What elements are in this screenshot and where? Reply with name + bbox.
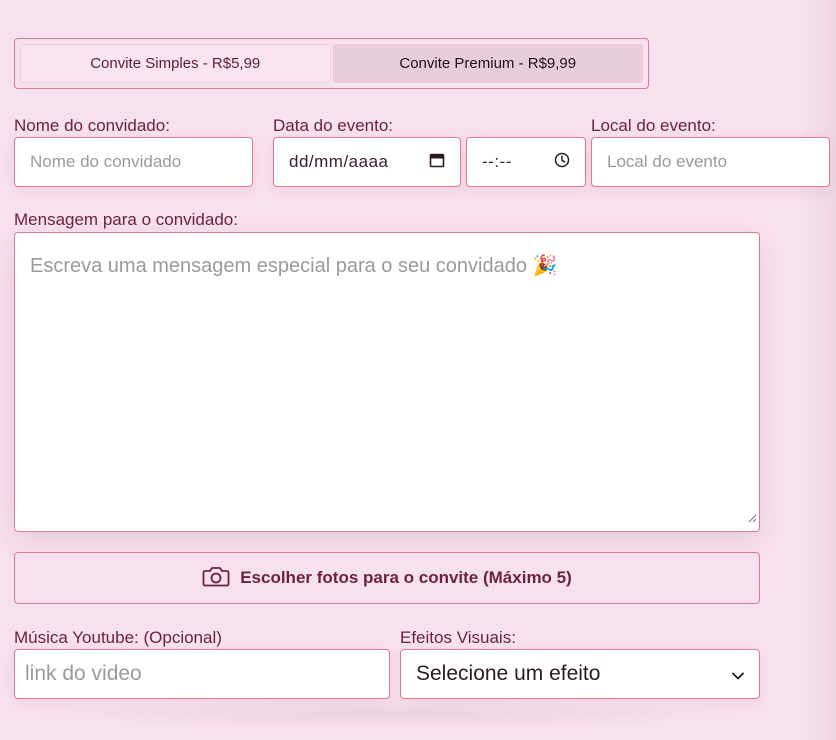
message-placeholder: Escreva uma mensagem especial para o seu…	[30, 255, 558, 277]
form-bottom-shadow	[20, 700, 760, 730]
event-time-input[interactable]: --:--	[466, 137, 586, 187]
date-placeholder: dd/mm/aaaa	[289, 152, 389, 171]
effects-selected-value: Selecione um efeito	[416, 662, 601, 685]
choose-photos-label: Escolher fotos para o convite (Máximo 5)	[240, 568, 572, 587]
location-placeholder: Local do evento	[607, 152, 728, 171]
location-input[interactable]: Local do evento	[591, 137, 830, 187]
message-textarea[interactable]: Escreva uma mensagem especial para o seu…	[14, 232, 760, 532]
guest-name-placeholder: Nome do convidado	[30, 152, 182, 171]
guest-name-label: Nome do convidado:	[14, 116, 170, 135]
event-date-label: Data do evento:	[273, 116, 394, 135]
plan-toggle: Convite Simples - R$5,99 Convite Premium…	[14, 38, 649, 89]
choose-photos-button[interactable]: Escolher fotos para o convite (Máximo 5)	[14, 552, 760, 604]
camera-icon	[202, 565, 230, 592]
time-placeholder: --:--	[482, 152, 512, 171]
clock-icon[interactable]	[554, 152, 570, 173]
effects-label: Efeitos Visuais:	[400, 628, 516, 647]
music-label: Música Youtube: (Opcional)	[14, 628, 222, 647]
resize-handle-icon[interactable]	[747, 506, 757, 529]
plan-premium-button[interactable]: Convite Premium - R$9,99	[332, 44, 643, 83]
location-label: Local do evento:	[591, 116, 716, 135]
message-label: Mensagem para o convidado:	[14, 210, 238, 229]
youtube-link-placeholder: link do video	[25, 662, 142, 685]
youtube-link-input[interactable]: link do video	[14, 649, 390, 699]
page-edge-shade	[796, 0, 836, 740]
chevron-down-icon	[732, 662, 744, 686]
event-date-input[interactable]: dd/mm/aaaa	[273, 137, 461, 187]
plan-simple-button[interactable]: Convite Simples - R$5,99	[20, 44, 331, 83]
effects-select[interactable]: Selecione um efeito	[400, 649, 760, 699]
guest-name-input[interactable]: Nome do convidado	[14, 137, 253, 187]
calendar-icon[interactable]	[429, 152, 445, 173]
